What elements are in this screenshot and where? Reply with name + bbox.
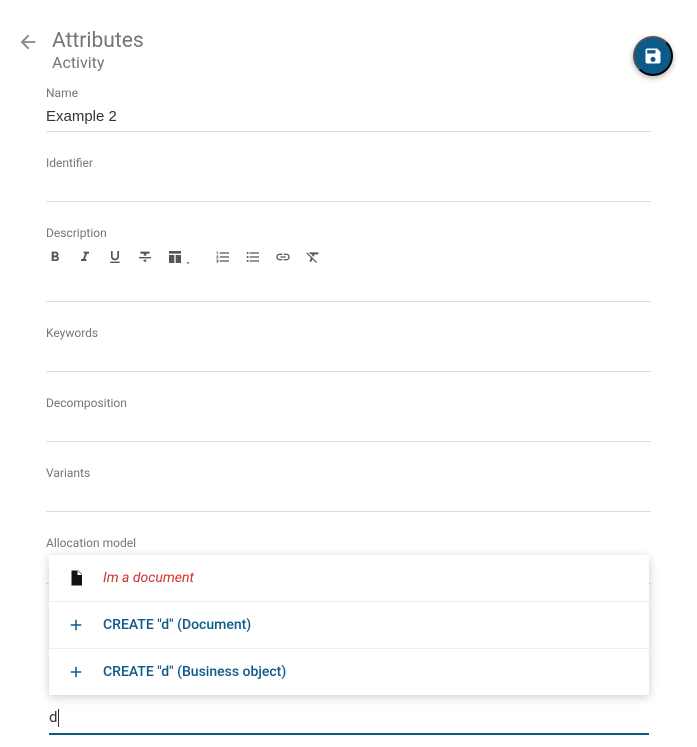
underline-button[interactable] <box>106 248 124 266</box>
search-field-wrap: d <box>49 702 649 735</box>
bold-button[interactable] <box>46 248 64 266</box>
label-variants: Variants <box>46 466 651 480</box>
dropdown-item-label: Im a document <box>103 570 194 586</box>
label-allocation-model: Allocation model <box>46 536 651 550</box>
input-keywords[interactable] <box>46 342 651 372</box>
label-keywords: Keywords <box>46 326 651 340</box>
strikethrough-button[interactable] <box>136 248 154 266</box>
plus-icon <box>67 616 85 634</box>
dropdown-item-label: CREATE "d" (Business object) <box>103 664 286 680</box>
field-identifier: Identifier <box>46 156 651 202</box>
label-identifier: Identifier <box>46 156 651 170</box>
search-input-value: d <box>49 708 57 726</box>
page-subtitle: Activity <box>52 53 144 72</box>
link-button[interactable] <box>274 248 292 266</box>
save-button[interactable] <box>633 36 673 76</box>
description-editor[interactable] <box>46 272 651 302</box>
ordered-list-button[interactable] <box>214 248 232 266</box>
field-description: Description <box>46 226 651 302</box>
search-input[interactable]: d <box>49 702 649 735</box>
label-decomposition: Decomposition <box>46 396 651 410</box>
label-name: Name <box>46 86 651 100</box>
field-name: Name <box>46 86 651 132</box>
unordered-list-button[interactable] <box>244 248 262 266</box>
header: Attributes Activity <box>0 0 697 80</box>
input-decomposition[interactable] <box>46 412 651 442</box>
dropdown-item-document[interactable]: Im a document <box>49 555 649 602</box>
input-identifier[interactable] <box>46 172 651 202</box>
dropdown-item-create-document[interactable]: CREATE "d" (Document) <box>49 602 649 649</box>
save-icon <box>643 46 663 66</box>
document-icon <box>67 569 85 587</box>
autocomplete-dropdown: Im a document CREATE "d" (Document) CREA… <box>49 555 649 695</box>
text-caret <box>58 709 59 727</box>
field-decomposition: Decomposition <box>46 396 651 442</box>
plus-icon <box>67 663 85 681</box>
dropdown-item-label: CREATE "d" (Document) <box>103 617 251 633</box>
italic-button[interactable] <box>76 248 94 266</box>
back-button[interactable] <box>16 30 40 54</box>
input-variants[interactable] <box>46 482 651 512</box>
dropdown-item-create-business-object[interactable]: CREATE "d" (Business object) <box>49 649 649 695</box>
arrow-back-icon <box>17 31 39 53</box>
field-variants: Variants <box>46 466 651 512</box>
field-keywords: Keywords <box>46 326 651 372</box>
page-title: Attributes <box>52 30 144 53</box>
rich-text-toolbar <box>46 242 651 272</box>
label-description: Description <box>46 226 651 240</box>
table-button[interactable] <box>166 248 184 266</box>
input-name[interactable] <box>46 102 651 132</box>
clear-formatting-button[interactable] <box>304 248 322 266</box>
